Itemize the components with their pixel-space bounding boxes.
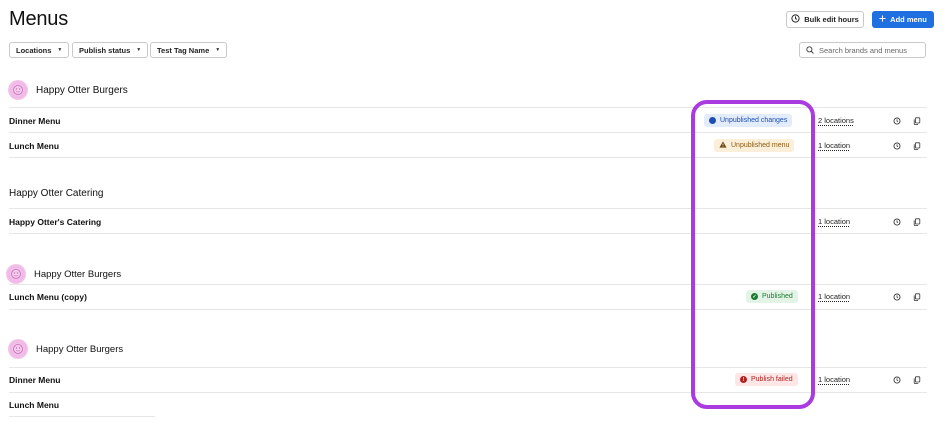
plus-icon — [879, 15, 886, 24]
search-input[interactable] — [819, 45, 919, 55]
history-icon[interactable] — [892, 292, 901, 301]
copy-icon[interactable] — [912, 217, 921, 226]
clock-icon — [791, 14, 800, 25]
filter-locations[interactable]: Locations ▼ — [9, 42, 70, 58]
brand-header: Happy Otter Burgers — [8, 339, 123, 359]
filter-test-tag-label: Test Tag Name — [157, 45, 210, 55]
menu-name[interactable]: Dinner Menu — [9, 116, 60, 126]
caret-down-icon: ▼ — [136, 47, 142, 53]
brand-logo-icon — [8, 80, 28, 100]
menu-name[interactable]: Happy Otter's Catering — [9, 217, 101, 227]
row-divider — [9, 208, 927, 209]
filter-locations-label: Locations — [16, 45, 52, 55]
bulk-edit-hours-label: Bulk edit hours — [804, 15, 859, 24]
filter-publish-status-label: Publish status — [79, 45, 131, 55]
info-icon — [709, 117, 716, 124]
status-badge-label: Unpublished changes — [720, 117, 788, 124]
search-box[interactable] — [799, 42, 926, 58]
caret-down-icon: ▼ — [57, 47, 63, 53]
status-badge-label: Published — [762, 293, 793, 300]
row-divider — [9, 392, 927, 393]
history-icon[interactable] — [892, 217, 901, 226]
row-divider — [9, 284, 927, 285]
locations-link[interactable]: 2 locations — [818, 116, 854, 125]
brand-name: Happy Otter Burgers — [36, 343, 124, 355]
locations-link[interactable]: 1 location — [818, 375, 850, 384]
brand-header: Happy Otter Burgers — [8, 80, 128, 100]
row-divider — [9, 107, 927, 108]
copy-icon[interactable] — [912, 116, 921, 125]
brand-logo-icon — [6, 264, 26, 284]
brand-name: Happy Otter Burgers — [36, 84, 128, 96]
check-icon: ✓ — [751, 293, 758, 300]
row-divider — [9, 233, 927, 234]
copy-icon[interactable] — [912, 141, 921, 150]
filter-publish-status[interactable]: Publish status ▼ — [72, 42, 149, 58]
add-menu-button[interactable]: Add menu — [872, 11, 934, 28]
history-icon[interactable] — [892, 141, 901, 150]
brand-header: Happy Otter Catering — [9, 188, 104, 199]
history-icon[interactable] — [892, 375, 901, 384]
menu-name[interactable]: Dinner Menu — [9, 375, 60, 385]
row-divider — [9, 367, 927, 368]
row-divider — [9, 132, 927, 133]
error-icon: ! — [740, 376, 747, 383]
warning-icon — [719, 141, 727, 150]
copy-icon[interactable] — [912, 375, 921, 384]
status-badge-published: ✓ Published — [746, 290, 798, 303]
add-menu-label: Add menu — [890, 15, 927, 24]
menu-name[interactable]: Lunch Menu — [9, 141, 59, 151]
row-divider — [9, 416, 155, 417]
status-badge-publish-failed: ! Publish failed — [735, 373, 798, 386]
brand-name: Happy Otter Burgers — [34, 268, 122, 280]
search-icon — [806, 41, 814, 59]
page-title: Menus — [9, 8, 69, 30]
locations-link[interactable]: 1 location — [818, 292, 850, 301]
status-badge-label: Publish failed — [751, 376, 793, 383]
brand-header: Happy Otter Burgers — [6, 264, 121, 284]
history-icon[interactable] — [892, 116, 901, 125]
row-divider — [9, 157, 927, 158]
status-badge-unpublished-changes: Unpublished changes — [704, 114, 793, 127]
menu-name[interactable]: Lunch Menu — [9, 400, 59, 410]
status-badge-label: Unpublished menu — [731, 142, 790, 149]
status-badge-unpublished-menu: Unpublished menu — [714, 139, 795, 152]
brand-logo-icon — [8, 339, 28, 359]
locations-link[interactable]: 1 location — [818, 217, 850, 226]
filter-test-tag-name[interactable]: Test Tag Name ▼ — [150, 42, 228, 58]
caret-down-icon: ▼ — [215, 47, 221, 53]
row-divider — [9, 309, 927, 310]
locations-link[interactable]: 1 location — [818, 141, 850, 150]
bulk-edit-hours-button[interactable]: Bulk edit hours — [786, 11, 864, 28]
brand-name: Happy Otter Catering — [9, 188, 104, 199]
copy-icon[interactable] — [912, 292, 921, 301]
menu-name[interactable]: Lunch Menu (copy) — [9, 292, 87, 302]
